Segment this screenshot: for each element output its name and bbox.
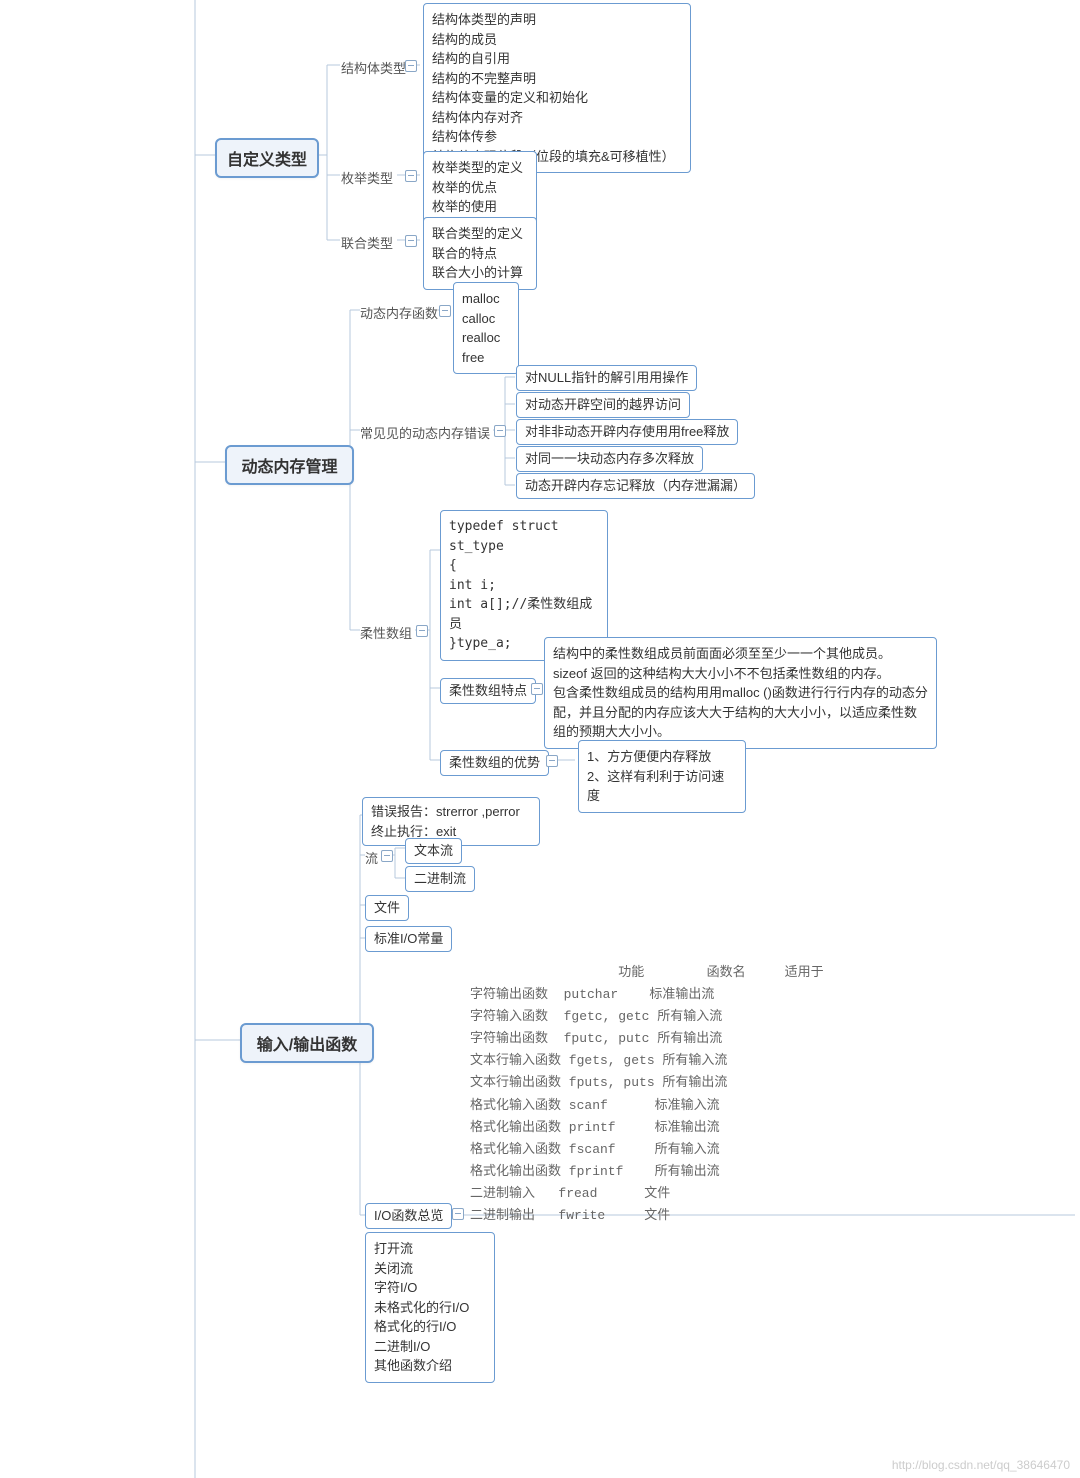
branch-mem-funcs[interactable]: 动态内存函数 [360,303,438,322]
branch-io-overview[interactable]: I/O函数总览 [365,1203,452,1229]
branch-flex-array[interactable]: 柔性数组 [360,623,412,642]
mem-error-3: 对非非动态开辟内存使用用free释放 [516,419,738,445]
branch-union-type[interactable]: 联合类型 [341,233,393,252]
root-custom-types[interactable]: 自定义类型 [215,138,319,178]
toggle-icon[interactable] [381,850,393,862]
mem-error-2: 对动态开辟空间的越界访问 [516,392,690,418]
watermark-text: http://blog.csdn.net/qq_38646470 [892,1458,1070,1472]
branch-io-const[interactable]: 标准I/O常量 [365,926,452,952]
mem-error-1: 对NULL指针的解引用用操作 [516,365,697,391]
toggle-icon[interactable] [494,425,506,437]
mindmap-canvas: 自定义类型 结构体类型 结构体类型的声明 结构的成员 结构的自引用 结构的不完整… [0,0,1080,1478]
node-label: 输入/输出函数 [257,1037,357,1054]
node-label: 自定义类型 [227,152,307,169]
branch-stream[interactable]: 流 [365,848,378,867]
toggle-icon[interactable] [416,625,428,637]
node-label: 动态内存管理 [241,459,337,476]
branch-struct-type[interactable]: 结构体类型 [341,58,406,77]
stream-text: 文本流 [405,838,462,864]
toggle-icon[interactable] [546,755,558,767]
toggle-icon[interactable] [405,170,417,182]
io-overview-items: 打开流 关闭流 字符I/O 未格式化的行I/O 格式化的行I/O 二进制I/O … [365,1232,495,1383]
branch-enum-type[interactable]: 枚举类型 [341,168,393,187]
struct-items: 结构体类型的声明 结构的成员 结构的自引用 结构的不完整声明 结构体变量的定义和… [423,3,691,173]
mem-error-4: 对同一一块动态内存多次释放 [516,446,703,472]
branch-mem-errors[interactable]: 常见见的动态内存错误 [360,423,490,442]
flex-props-label[interactable]: 柔性数组特点 [440,678,536,704]
root-dynamic-memory[interactable]: 动态内存管理 [225,445,354,485]
mem-error-5: 动态开辟内存忘记释放（内存泄漏漏） [516,473,755,499]
toggle-icon[interactable] [405,235,417,247]
toggle-icon[interactable] [452,1208,464,1220]
mem-func-items: malloc calloc realloc free [453,282,519,374]
branch-file[interactable]: 文件 [365,895,409,921]
io-func-table: 功能 函数名 适用于 字符输出函数 putchar 标准输出流 字符输入函数 f… [470,962,824,1227]
toggle-icon[interactable] [531,683,543,695]
enum-items: 枚举类型的定义 枚举的优点 枚举的使用 [423,151,537,224]
flex-adv-text: 1、方方便便内存释放 2、这样有利利于访问速度 [578,740,746,813]
union-items: 联合类型的定义 联合的特点 联合大小的计算 [423,217,537,290]
toggle-icon[interactable] [405,60,417,72]
stream-binary: 二进制流 [405,866,475,892]
flex-adv-label[interactable]: 柔性数组的优势 [440,750,549,776]
toggle-icon[interactable] [439,305,451,317]
root-io-funcs[interactable]: 输入/输出函数 [240,1023,374,1063]
flex-props-text: 结构中的柔性数组成员前面面必须至至少一一个其他成员。 sizeof 返回的这种结… [544,637,937,749]
